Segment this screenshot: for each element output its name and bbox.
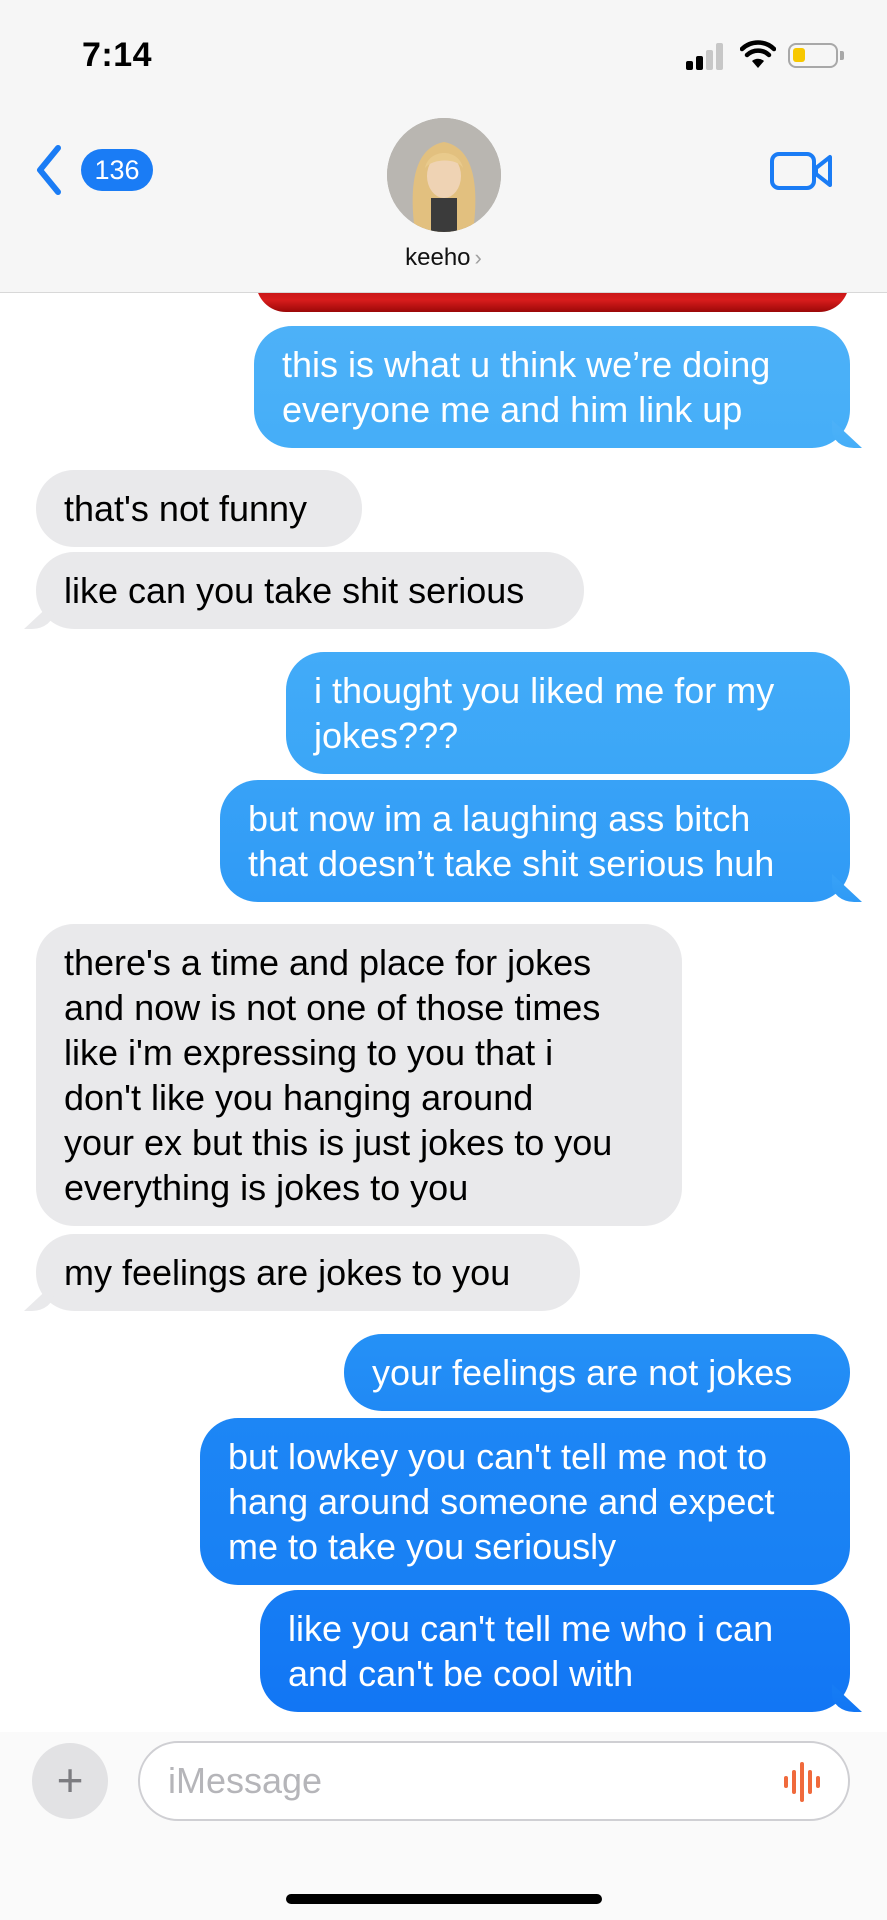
plus-icon: + xyxy=(56,1754,84,1806)
message-sent[interactable]: like you can't tell me who i can and can… xyxy=(260,1590,850,1712)
chevron-right-icon: › xyxy=(474,245,482,270)
battery-icon xyxy=(788,43,844,68)
message-thread[interactable]: this is what u think we’re doing everyon… xyxy=(0,292,887,1732)
message-sent[interactable]: i thought you liked me for my jokes??? xyxy=(286,652,850,774)
wifi-icon xyxy=(740,40,776,68)
apps-plus-button[interactable]: + xyxy=(32,1743,108,1819)
message-input-placeholder: iMessage xyxy=(168,1760,323,1801)
message-received[interactable]: there's a time and place for jokes and n… xyxy=(36,924,682,1226)
back-chevron-icon xyxy=(37,145,61,195)
avatar-photo xyxy=(387,118,501,232)
image-attachment[interactable] xyxy=(256,292,849,312)
unread-count-badge: 136 xyxy=(81,149,153,191)
message-sent[interactable]: but now im a laughing ass bitch that doe… xyxy=(220,780,850,902)
cellular-signal-icon xyxy=(686,42,726,70)
composer-bar: + iMessage xyxy=(0,1732,887,1920)
video-call-button[interactable] xyxy=(770,150,834,192)
contact-avatar[interactable] xyxy=(387,118,501,232)
message-sent[interactable]: your feelings are not jokes xyxy=(344,1334,850,1411)
audio-waveform-icon[interactable] xyxy=(780,1760,824,1804)
home-indicator[interactable] xyxy=(286,1894,602,1904)
back-button[interactable]: 136 xyxy=(34,144,164,196)
message-received[interactable]: that's not funny xyxy=(36,470,362,547)
contact-name[interactable]: keeho › xyxy=(0,244,887,272)
conversation-header: 7:14 136 keeho › xyxy=(0,0,887,293)
message-sent[interactable]: but lowkey you can't tell me not to hang… xyxy=(200,1418,850,1585)
video-camera-icon xyxy=(770,152,832,190)
message-sent[interactable]: this is what u think we’re doing everyon… xyxy=(254,326,850,448)
status-time: 7:14 xyxy=(82,36,153,74)
contact-name-label: keeho xyxy=(405,244,471,271)
message-input[interactable]: iMessage xyxy=(138,1741,850,1821)
message-received[interactable]: like can you take shit serious xyxy=(36,552,584,629)
message-received[interactable]: my feelings are jokes to you xyxy=(36,1234,580,1311)
